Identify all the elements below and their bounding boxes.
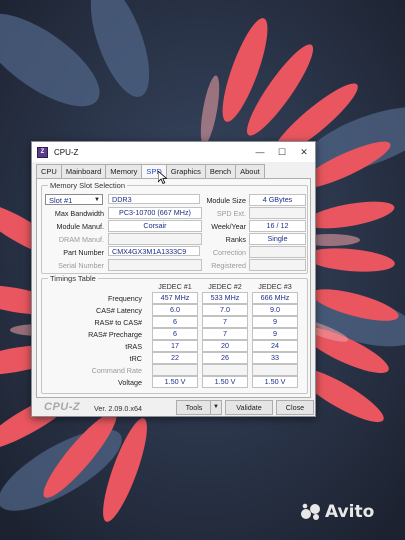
timing-label: Voltage xyxy=(118,378,142,387)
week-year-label: Week/Year xyxy=(211,222,246,231)
part-number-label: Part Number xyxy=(63,248,104,257)
timing-value xyxy=(252,364,298,376)
week-year-value: 16 / 12 xyxy=(249,220,306,232)
timing-label: RAS# Precharge xyxy=(88,330,142,339)
timings-col-jedec1: JEDEC #1 xyxy=(158,282,192,291)
spd-ext-label: SPD Ext. xyxy=(216,209,246,218)
tab-cpu[interactable]: CPU xyxy=(36,164,62,178)
serial-number-value xyxy=(108,259,202,271)
module-manuf-label: Module Manuf. xyxy=(56,222,104,231)
timing-value: 17 xyxy=(152,340,198,352)
avito-logo-icon xyxy=(301,503,320,520)
title-bar[interactable]: Z CPU-Z — ☐ ✕ xyxy=(32,142,315,162)
minimize-button[interactable]: — xyxy=(249,142,271,162)
module-size-value: 4 GBytes xyxy=(249,194,306,206)
correction-label: Correction xyxy=(212,248,246,257)
window-title: CPU-Z xyxy=(54,147,79,157)
tab-memory[interactable]: Memory xyxy=(105,164,143,178)
tab-graphics[interactable]: Graphics xyxy=(165,164,206,178)
module-manuf-value: Corsair xyxy=(108,220,202,232)
module-size-label: Module Size xyxy=(206,196,246,205)
validate-button[interactable]: Validate xyxy=(225,400,273,415)
maximize-button[interactable]: ☐ xyxy=(271,142,293,162)
timing-label: Frequency xyxy=(108,294,142,303)
timing-value: 22 xyxy=(152,352,198,364)
timing-value: 33 xyxy=(252,352,298,364)
tab-bar: CPU Mainboard Memory SPD Graphics Bench … xyxy=(36,164,265,179)
timing-value: 9.0 xyxy=(252,304,298,316)
spd-ext-value xyxy=(249,207,306,219)
cpuz-logo: CPU-Z xyxy=(44,401,81,413)
timing-label: tRAS xyxy=(125,342,142,351)
timing-value: 9 xyxy=(252,328,298,340)
timing-label: RAS# to CAS# xyxy=(94,318,142,327)
tab-bench[interactable]: Bench xyxy=(204,164,237,178)
timing-value: 6 xyxy=(152,316,198,328)
timing-value: 6.0 xyxy=(152,304,198,316)
timing-value: 533 MHz xyxy=(202,292,248,304)
ranks-label: Ranks xyxy=(225,235,246,244)
cpuz-app-icon: Z xyxy=(37,146,48,158)
max-bandwidth-label: Max Bandwidth xyxy=(54,209,104,218)
spd-panel: Memory Slot Selection Slot #1 ▼ DDR3 Mod… xyxy=(36,178,311,398)
timing-value: 24 xyxy=(252,340,298,352)
timing-value: 7 xyxy=(202,316,248,328)
close-button[interactable]: Close xyxy=(276,400,314,415)
timing-value: 666 MHz xyxy=(252,292,298,304)
timing-value xyxy=(202,364,248,376)
tools-button[interactable]: Tools xyxy=(176,400,212,415)
avito-watermark: Avito xyxy=(300,502,374,522)
timing-value: 9 xyxy=(252,316,298,328)
timing-label: tRC xyxy=(129,354,142,363)
timing-value: 20 xyxy=(202,340,248,352)
timings-col-jedec3: JEDEC #3 xyxy=(258,282,292,291)
tools-dropdown-icon[interactable]: ▼ xyxy=(210,400,222,415)
timing-value xyxy=(152,364,198,376)
close-window-button[interactable]: ✕ xyxy=(293,142,315,162)
dram-manuf-label: DRAM Manuf. xyxy=(58,235,104,244)
slot-selection-group: Memory Slot Selection Slot #1 ▼ DDR3 Mod… xyxy=(41,181,308,274)
timings-table-group: Timings Table JEDEC #1 JEDEC #2 JEDEC #3… xyxy=(41,274,308,394)
timing-value: 7 xyxy=(202,328,248,340)
avito-watermark-text: Avito xyxy=(325,502,375,522)
timing-value: 7.0 xyxy=(202,304,248,316)
slot-selection-label: Memory Slot Selection xyxy=(48,181,128,190)
registered-label: Registered xyxy=(211,261,246,270)
timing-value: 1.50 V xyxy=(252,376,298,388)
mouse-cursor-icon xyxy=(158,171,167,184)
timing-value: 1.50 V xyxy=(202,376,248,388)
slot-select-value: Slot #1 xyxy=(49,196,73,205)
correction-value xyxy=(249,246,306,258)
part-number-value: CMX4GX3M1A1333C9 xyxy=(108,246,200,256)
memory-type-value: DDR3 xyxy=(108,194,200,204)
chevron-down-icon: ▼ xyxy=(94,197,100,203)
cpuz-window: Z CPU-Z — ☐ ✕ CPU Mainboard Memory SPD G… xyxy=(31,141,316,417)
registered-value xyxy=(249,259,306,271)
footer-bar: CPU-Z Ver. 2.09.0.x64 Tools ▼ Validate C… xyxy=(32,398,315,416)
tab-mainboard[interactable]: Mainboard xyxy=(60,164,107,178)
max-bandwidth-value: PC3-10700 (667 MHz) xyxy=(108,207,202,219)
slot-select[interactable]: Slot #1 ▼ xyxy=(45,194,103,205)
timing-label: Command Rate xyxy=(91,366,142,375)
version-text: Ver. 2.09.0.x64 xyxy=(94,404,142,413)
timing-label: CAS# Latency xyxy=(96,306,142,315)
timing-value: 1.50 V xyxy=(152,376,198,388)
timings-col-jedec2: JEDEC #2 xyxy=(208,282,242,291)
dram-manuf-value xyxy=(108,233,202,245)
ranks-value: Single xyxy=(249,233,306,245)
serial-number-label: Serial Number xyxy=(58,261,104,270)
timing-value: 26 xyxy=(202,352,248,364)
timings-table-label: Timings Table xyxy=(48,274,98,283)
tab-about[interactable]: About xyxy=(235,164,265,178)
timing-value: 6 xyxy=(152,328,198,340)
timing-value: 457 MHz xyxy=(152,292,198,304)
